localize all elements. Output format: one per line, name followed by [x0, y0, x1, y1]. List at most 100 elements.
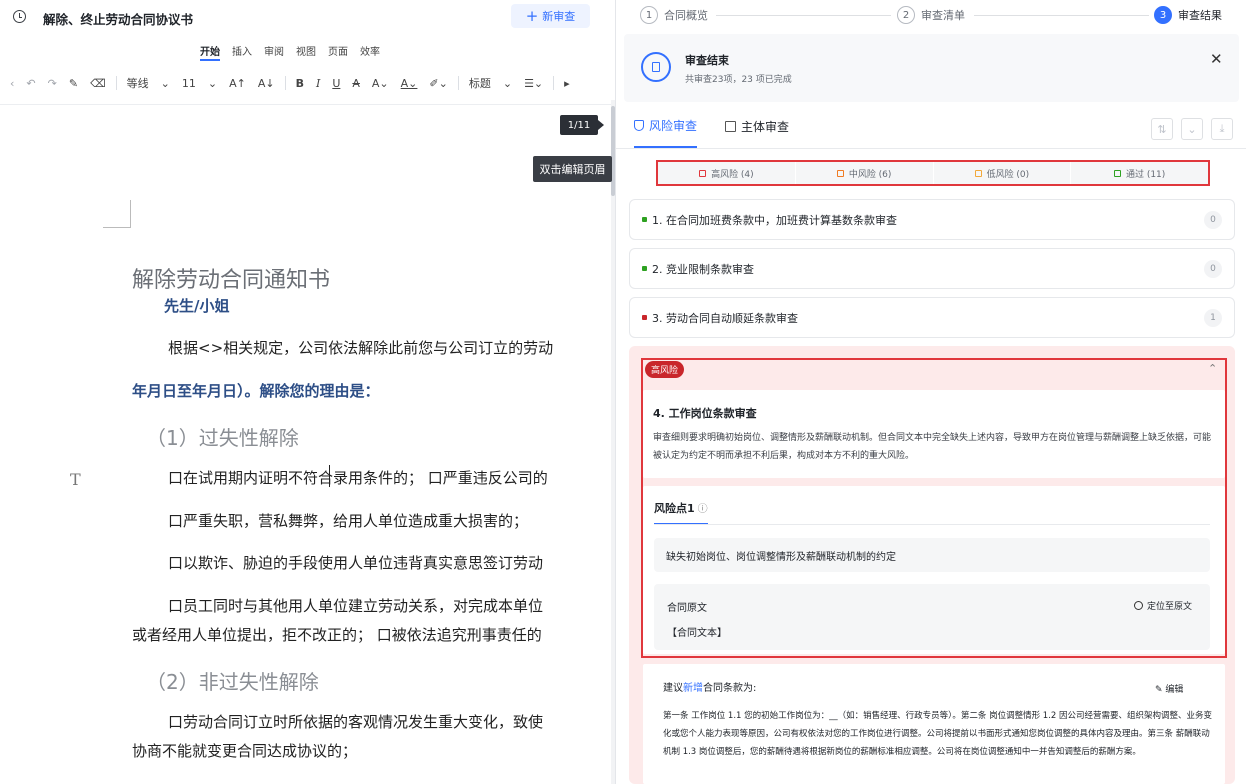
- review-item-label: 3. 劳动合同自动顺延条款审查: [652, 311, 798, 325]
- edit-header-tooltip: 双击编辑页眉: [533, 156, 612, 182]
- tab-entity-review[interactable]: 主体审查: [725, 114, 789, 148]
- collapse-all-icon[interactable]: ⌄: [1181, 118, 1203, 140]
- doc-list-line[interactable]: 口在试用期内证明不符合录用条件的； 口严重违反公司的: [168, 467, 548, 488]
- doc-list-line-cont[interactable]: 或者经用人单位提出，拒不改正的； 口被依法追究刑事责任的: [132, 624, 542, 645]
- ribbon-tab-review[interactable]: 审阅: [264, 43, 284, 61]
- ribbon-tab-page[interactable]: 页面: [328, 43, 348, 61]
- review-item[interactable]: 3. 劳动合同自动顺延条款审查 1: [629, 297, 1235, 338]
- doc-list-line[interactable]: 口以欺诈、胁迫的手段使用人单位违背真实意思签订劳动: [168, 552, 543, 573]
- font-name-select[interactable]: 等线: [121, 75, 155, 91]
- tab-label: 主体审查: [741, 119, 790, 134]
- status-dot: [642, 266, 647, 271]
- sort-icon[interactable]: ⇅: [1151, 118, 1173, 140]
- result-summary-card: 审查结束 共审查23项，23 项已完成: [624, 34, 1239, 102]
- toolbar-divider: [553, 76, 555, 90]
- doc-list-line[interactable]: 口劳动合同订立时所依据的客观情况发生重大变化，致使: [168, 711, 543, 732]
- review-tabs: 风险审查 主体审查: [634, 114, 789, 148]
- divider: [616, 148, 1246, 149]
- style-select[interactable]: 标题: [463, 75, 497, 91]
- step-number: 1: [640, 6, 658, 24]
- square-icon: [974, 169, 982, 177]
- redo-icon[interactable]: ↷: [42, 77, 63, 90]
- doc-heading[interactable]: 解除劳动合同通知书: [132, 262, 330, 294]
- review-item-count: 1: [1204, 309, 1222, 327]
- square-icon: [699, 169, 707, 177]
- history-clock-icon[interactable]: [13, 10, 26, 23]
- filter-medium-risk[interactable]: 中风险 (6): [794, 162, 933, 184]
- step-number: 3: [1154, 6, 1172, 24]
- step-checklist[interactable]: 2 审查清单: [897, 6, 965, 24]
- filter-low-risk[interactable]: 低风险 (0): [932, 162, 1071, 184]
- ribbon-tab-view[interactable]: 视图: [296, 43, 316, 61]
- document-icon: [641, 52, 671, 82]
- step-label: 审查清单: [921, 9, 965, 22]
- doc-section-heading[interactable]: （1）过失性解除: [146, 422, 299, 451]
- highlight-icon[interactable]: ✐⌄: [423, 77, 453, 90]
- step-result[interactable]: 3 审查结果: [1154, 6, 1222, 24]
- risk-filter-bar: 高风险 (4) 中风险 (6) 低风险 (0) 通过 (11): [656, 160, 1210, 186]
- chevron-down-icon[interactable]: ⌄: [497, 77, 518, 90]
- chevron-left-icon[interactable]: ‹: [4, 77, 20, 90]
- text-effect-icon[interactable]: A⌄: [366, 77, 395, 90]
- chevron-down-icon[interactable]: ⌄: [155, 77, 176, 90]
- review-steps: 1 合同概览 2 审查清单 3 审查结果: [616, 0, 1246, 32]
- underline-icon[interactable]: U: [326, 77, 346, 90]
- ribbon-tab-insert[interactable]: 插入: [232, 43, 252, 61]
- review-item-label: 2. 竞业限制条款审查: [652, 262, 754, 276]
- new-review-button[interactable]: + 新审查: [511, 4, 590, 28]
- chevron-down-icon[interactable]: ⌄: [202, 77, 223, 90]
- editor-topbar: 解除、终止劳动合同协议书 + 新审查: [0, 0, 614, 34]
- text-type-icon[interactable]: T: [70, 470, 81, 489]
- review-item-count: 0: [1204, 260, 1222, 278]
- review-item[interactable]: 1. 在合同加班费条款中，加班费计算基数条款审查 0: [629, 199, 1235, 240]
- text-caret: [329, 465, 330, 487]
- ribbon-tab-home[interactable]: 开始: [200, 43, 220, 61]
- step-connector: [974, 15, 1149, 16]
- bold-icon[interactable]: B: [290, 77, 310, 90]
- doc-salutation[interactable]: 先生/小姐: [164, 295, 229, 316]
- doc-list-line[interactable]: 口员工同时与其他用人单位建立劳动关系，对完成本单位: [168, 595, 543, 616]
- doc-section-heading[interactable]: （2）非过失性解除: [146, 666, 319, 695]
- format-painter-icon[interactable]: ✎: [63, 77, 84, 90]
- annotation-highlight-box: [641, 358, 1227, 658]
- ribbon-tabs: 开始 插入 审阅 视图 页面 效率: [200, 43, 380, 61]
- download-icon[interactable]: ⤓: [1211, 118, 1233, 140]
- step-label: 审查结果: [1178, 9, 1222, 22]
- filter-label: 低风险 (0): [986, 169, 1030, 180]
- undo-icon[interactable]: ↶: [20, 77, 41, 90]
- edit-button[interactable]: ✎ 编辑: [1155, 682, 1183, 695]
- toolbar-divider: [284, 76, 286, 90]
- suggestion-body: 第一条 工作岗位 1.1 您的初始工作岗位为：__（如：销售经理、行政专员等）。…: [663, 711, 1213, 757]
- toolbar-divider: [457, 76, 459, 90]
- step-label: 合同概览: [664, 9, 708, 22]
- increase-font-icon[interactable]: A↑: [223, 77, 252, 90]
- strikethrough-icon[interactable]: A: [346, 77, 366, 90]
- review-item[interactable]: 2. 竞业限制条款审查 0: [629, 248, 1235, 289]
- tab-label: 风险审查: [649, 118, 698, 133]
- align-icon[interactable]: ☰⌄: [518, 77, 549, 90]
- status-dot: [642, 217, 647, 222]
- step-number: 2: [897, 6, 915, 24]
- more-toolbar-icon[interactable]: ▸: [558, 77, 576, 90]
- filter-pass[interactable]: 通过 (11): [1070, 162, 1208, 184]
- close-icon[interactable]: ✕: [1210, 50, 1223, 68]
- font-color-icon[interactable]: A⌄: [395, 77, 424, 90]
- doc-list-line-cont[interactable]: 协商不能就变更合同达成协议的；: [132, 740, 357, 761]
- suggestion-section: 建议新增合同条款为: ✎ 编辑 第一条 工作岗位 1.1 您的初始工作岗位为：_…: [643, 664, 1225, 784]
- result-subtitle: 共审查23项，23 项已完成: [685, 75, 792, 85]
- font-size-select[interactable]: 11: [176, 77, 202, 90]
- plus-icon: +: [525, 6, 539, 25]
- doc-paragraph[interactable]: 根据<>相关规定，公司依法解除此前您与公司订立的劳动: [168, 337, 553, 358]
- italic-icon[interactable]: I: [310, 77, 326, 90]
- doc-list-line[interactable]: 口严重失职，营私舞弊，给用人单位造成重大损害的；: [168, 510, 528, 531]
- review-panel: 1 合同概览 2 审查清单 3 审查结果 审查结束 共审查23项，23 项已完成…: [615, 0, 1246, 784]
- tab-risk-review[interactable]: 风险审查: [634, 114, 698, 148]
- filter-high-risk[interactable]: 高风险 (4): [658, 162, 795, 184]
- clear-format-icon[interactable]: ⌫: [84, 77, 112, 90]
- building-icon: [725, 120, 737, 132]
- step-overview[interactable]: 1 合同概览: [640, 6, 708, 24]
- decrease-font-icon[interactable]: A↓: [252, 77, 281, 90]
- ribbon-tab-efficiency[interactable]: 效率: [360, 43, 380, 61]
- review-item-count: 0: [1204, 211, 1222, 229]
- doc-paragraph-cont[interactable]: 年月日至年月日）。解除您的理由是：: [132, 380, 380, 401]
